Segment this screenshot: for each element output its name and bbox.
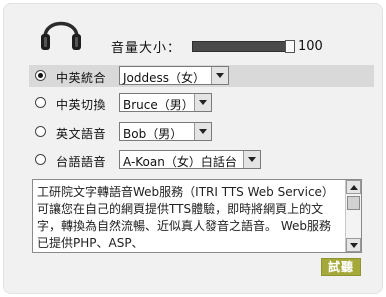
voice-radio-zh-en-unified[interactable] (35, 70, 46, 81)
voice-row-taiwanese[interactable]: 台語語音 A-Koan（女）白話台 (29, 149, 374, 171)
voice-select-zh-en-switch[interactable]: Bruce（男） (119, 93, 212, 112)
voice-label-zh-en-unified: 中英統合 (56, 71, 107, 85)
try-listen-button[interactable]: 試聽 (321, 258, 361, 276)
scroll-down-icon[interactable] (346, 238, 361, 252)
chevron-down-icon[interactable] (194, 123, 211, 140)
volume-value: 100 (298, 39, 323, 54)
voice-label-english: 英文語音 (56, 127, 107, 141)
voice-row-english[interactable]: 英文語音 Bob（男） (29, 121, 374, 143)
voice-select-english[interactable]: Bob（男） (119, 122, 212, 141)
chevron-down-icon[interactable] (194, 94, 211, 111)
volume-slider-thumb[interactable] (285, 40, 295, 53)
voice-radio-english[interactable] (35, 126, 46, 137)
scroll-thumb[interactable] (347, 196, 360, 210)
volume-slider-track[interactable] (192, 41, 292, 52)
textarea-scrollbar[interactable] (345, 180, 361, 252)
voice-select-taiwanese[interactable]: A-Koan（女）白話台 (119, 150, 261, 169)
tts-text-input[interactable]: 工研院文字轉語音Web服務（ITRI TTS Web Service）可讓您在自… (32, 179, 362, 253)
voice-row-zh-en-switch[interactable]: 中英切換 Bruce（男） (29, 92, 374, 114)
voice-radio-zh-en-switch[interactable] (35, 97, 46, 108)
tts-panel: 音量大小： 100 中英統合 Joddess（女） 中英切換 Bruce（男） … (3, 3, 383, 294)
tts-text-content[interactable]: 工研院文字轉語音Web服務（ITRI TTS Web Service）可讓您在自… (37, 184, 342, 252)
voice-label-zh-en-switch: 中英切換 (56, 98, 107, 112)
chevron-down-icon[interactable] (243, 151, 260, 168)
voice-select-zh-en-unified[interactable]: Joddess（女） (119, 66, 229, 85)
voice-radio-taiwanese[interactable] (35, 154, 46, 165)
headphones-icon (41, 21, 81, 50)
scroll-up-icon[interactable] (346, 180, 361, 194)
voice-row-zh-en-unified[interactable]: 中英統合 Joddess（女） (29, 65, 374, 87)
voice-label-taiwanese: 台語語音 (56, 155, 107, 169)
chevron-down-icon[interactable] (211, 67, 228, 84)
volume-label: 音量大小： (111, 41, 182, 56)
